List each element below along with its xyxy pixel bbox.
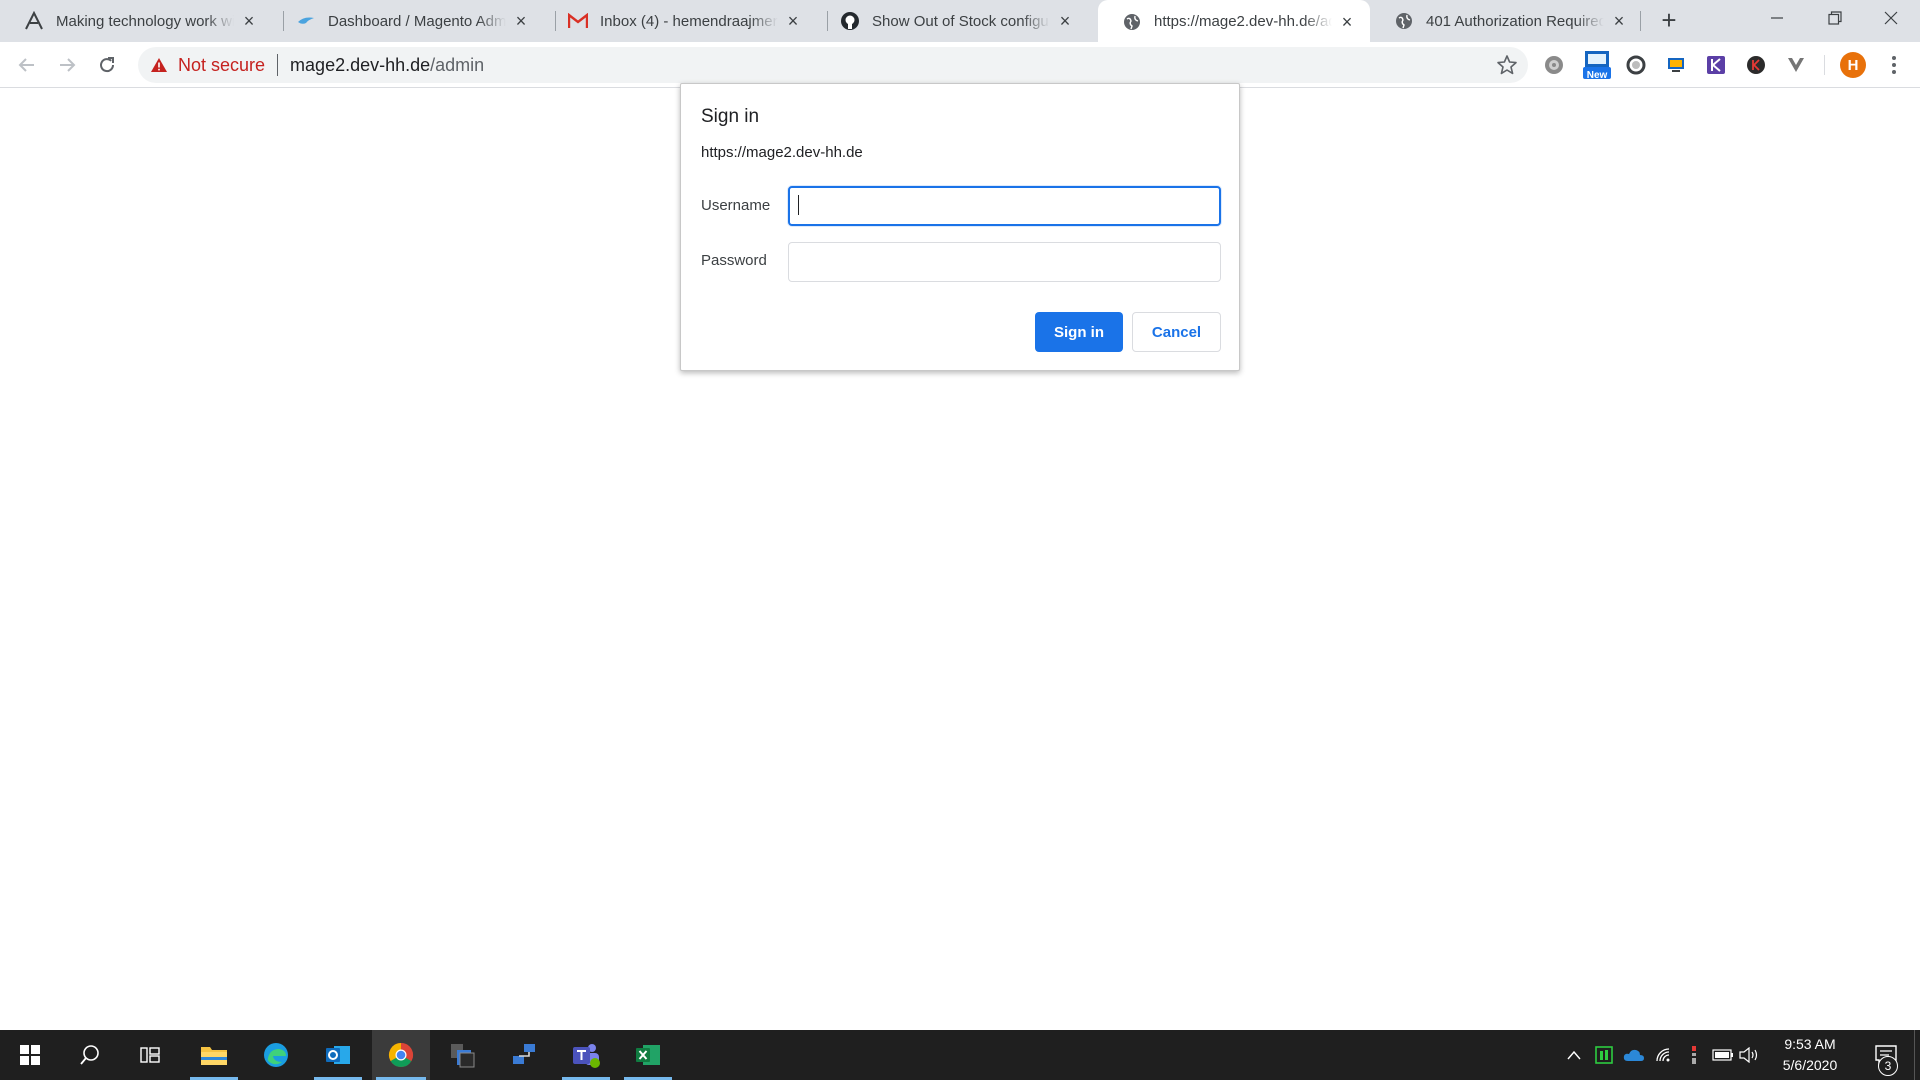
- edge-icon[interactable]: [248, 1030, 304, 1080]
- clock-date: 5/6/2020: [1782, 1057, 1838, 1073]
- bookmark-star-icon[interactable]: [1496, 54, 1518, 76]
- volume-icon[interactable]: [1736, 1030, 1762, 1080]
- forward-button[interactable]: [50, 48, 84, 82]
- tab-magento-dashboard[interactable]: Dashboard / Magento Admin ×: [272, 0, 544, 42]
- taskbar: 9:53 AM 5/6/2020 3: [0, 1030, 1920, 1080]
- outlook-icon[interactable]: [310, 1030, 366, 1080]
- chrome-icon[interactable]: [372, 1030, 430, 1080]
- search-icon[interactable]: [62, 1030, 118, 1080]
- toolbar-divider: [1824, 55, 1825, 75]
- minimize-icon: [1771, 17, 1783, 19]
- back-button[interactable]: [10, 48, 44, 82]
- password-field[interactable]: [788, 242, 1221, 282]
- chevron-up-icon[interactable]: [1562, 1030, 1586, 1080]
- url-host: mage2.dev-hh.de: [290, 54, 431, 75]
- text-caret: [798, 195, 799, 215]
- security-indicator[interactable]: Not secure: [150, 55, 265, 76]
- adobe-icon: [24, 11, 44, 31]
- address-bar[interactable]: Not secure mage2.dev-hh.de/admin: [138, 47, 1528, 83]
- start-icon[interactable]: [2, 1030, 58, 1080]
- url-path: /admin: [430, 54, 485, 75]
- tab-title: Making technology work with: [56, 12, 234, 30]
- omnibox-divider: [277, 54, 279, 76]
- arrow-left-icon: [18, 58, 34, 72]
- restore-icon: [1828, 11, 1842, 25]
- close-icon[interactable]: ×: [1338, 13, 1356, 31]
- task-view-icon[interactable]: [122, 1030, 178, 1080]
- notification-count-badge: 3: [1878, 1056, 1898, 1076]
- tab-title: Show Out of Stock configura: [872, 12, 1050, 30]
- minimize-button[interactable]: [1748, 0, 1806, 36]
- screen: Making technology work with × Dashboard …: [0, 0, 1920, 1080]
- globe-icon: [1394, 11, 1414, 31]
- usb-tray-icon[interactable]: [1682, 1030, 1706, 1080]
- restore-button[interactable]: [1806, 0, 1864, 36]
- tab-github[interactable]: Show Out of Stock configura ×: [816, 0, 1088, 42]
- close-window-button[interactable]: [1862, 0, 1920, 36]
- warning-icon: [151, 58, 167, 72]
- gmail-icon: [568, 11, 588, 31]
- system-clock[interactable]: 9:53 AM 5/6/2020: [1760, 1034, 1860, 1076]
- circle-extension-icon[interactable]: [1624, 53, 1648, 77]
- battery-icon[interactable]: [1710, 1030, 1736, 1080]
- arrow-right-icon: [60, 58, 76, 72]
- tab-title: Dashboard / Magento Admin: [328, 12, 506, 30]
- onedrive-icon[interactable]: [1620, 1030, 1648, 1080]
- close-icon[interactable]: ×: [512, 12, 530, 30]
- close-icon[interactable]: ×: [240, 12, 258, 30]
- tab-gmail-inbox[interactable]: Inbox (4) - hemendraajmera ×: [544, 0, 816, 42]
- magento-bird-icon: [296, 11, 316, 31]
- file-explorer-icon[interactable]: [186, 1030, 242, 1080]
- close-window-icon: [1884, 11, 1898, 25]
- reload-button[interactable]: [90, 48, 124, 82]
- close-icon[interactable]: ×: [1056, 12, 1074, 30]
- more-menu-icon[interactable]: [1882, 52, 1906, 78]
- gear-extension-icon[interactable]: [1542, 53, 1566, 77]
- reload-icon: [100, 57, 115, 73]
- profile-avatar[interactable]: H: [1840, 52, 1866, 78]
- show-desktop-button[interactable]: [1914, 1030, 1920, 1080]
- tab-title: 401 Authorization Required: [1426, 12, 1604, 30]
- browser-toolbar: Not secure mage2.dev-hh.de/admin New H: [0, 42, 1920, 88]
- file-manager-icon[interactable]: [434, 1030, 490, 1080]
- tab-title: Inbox (4) - hemendraajmera: [600, 12, 778, 30]
- username-field[interactable]: [788, 186, 1221, 226]
- new-badge-extension-icon[interactable]: New: [1582, 51, 1612, 81]
- password-label: Password: [701, 252, 767, 269]
- green-app-tray-icon[interactable]: [1592, 1030, 1616, 1080]
- sign-in-dialog: Sign in https://mage2.dev-hh.de Username…: [680, 83, 1240, 371]
- wifi-icon[interactable]: [1652, 1030, 1676, 1080]
- excel-icon[interactable]: [620, 1030, 676, 1080]
- not-secure-label: Not secure: [178, 54, 266, 75]
- new-tab-button[interactable]: +: [1654, 6, 1684, 36]
- username-label: Username: [701, 197, 771, 214]
- clock-time: 9:53 AM: [1784, 1036, 1836, 1052]
- globe-icon: [1122, 12, 1142, 32]
- new-badge-label: New: [1586, 70, 1608, 81]
- close-icon[interactable]: ×: [784, 12, 802, 30]
- tab-401[interactable]: 401 Authorization Required ×: [1370, 0, 1642, 42]
- tab-separator: [1640, 11, 1641, 31]
- cancel-button[interactable]: Cancel: [1132, 312, 1221, 352]
- dialog-origin: https://mage2.dev-hh.de: [701, 144, 863, 161]
- tab-adobe[interactable]: Making technology work with ×: [0, 0, 272, 42]
- network-icon[interactable]: [496, 1030, 552, 1080]
- tab-title: https://mage2.dev-hh.de/ad: [1154, 13, 1332, 30]
- k-purple-extension-icon[interactable]: [1704, 53, 1728, 77]
- tab-mage2-admin[interactable]: https://mage2.dev-hh.de/ad ×: [1098, 0, 1370, 43]
- close-icon[interactable]: ×: [1610, 12, 1628, 30]
- teams-icon[interactable]: [558, 1030, 614, 1080]
- v-extension-icon[interactable]: [1784, 53, 1808, 77]
- sign-in-button[interactable]: Sign in: [1035, 312, 1123, 352]
- github-icon: [840, 11, 860, 31]
- tab-strip: Making technology work with × Dashboard …: [0, 0, 1920, 43]
- dialog-title: Sign in: [701, 106, 760, 127]
- k-dark-extension-icon[interactable]: [1744, 53, 1768, 77]
- monitor-extension-icon[interactable]: [1664, 53, 1688, 77]
